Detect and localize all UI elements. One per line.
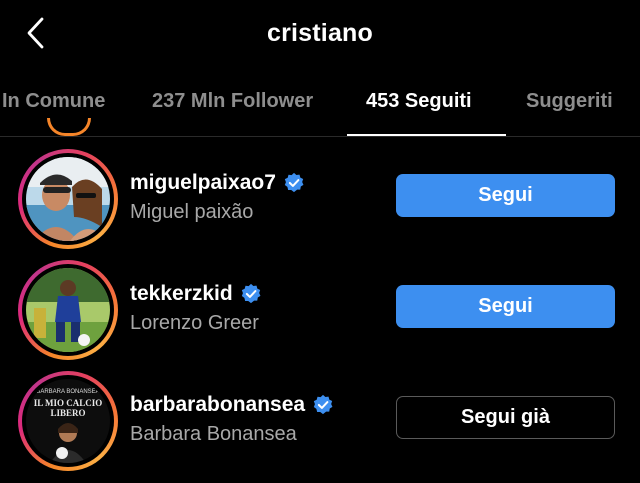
username-row[interactable]: miguelpaixao7	[130, 171, 305, 195]
active-tab-indicator	[347, 134, 506, 136]
avatar	[26, 157, 110, 241]
following-button[interactable]: Segui già	[396, 396, 615, 439]
avatar: BARBARA BONANSEA IL MIO CALCIO LIBERO	[26, 379, 110, 463]
username[interactable]: miguelpaixao7	[130, 171, 276, 195]
verified-badge-icon	[284, 172, 304, 193]
tab-bar: In Comune 237 Mln Follower 453 Seguiti S…	[0, 72, 640, 137]
tab-in-comune[interactable]: In Comune	[2, 90, 105, 113]
avatar	[26, 268, 110, 352]
tab-followers[interactable]: 237 Mln Follower	[152, 90, 313, 113]
top-bar: cristiano	[0, 0, 640, 70]
follow-button[interactable]: Segui	[396, 174, 615, 217]
tab-following[interactable]: 453 Seguiti	[366, 90, 472, 113]
username-row[interactable]: tekkerzkid	[130, 282, 262, 306]
avatar-book-title-2: LIBERO	[50, 408, 85, 418]
username[interactable]: barbarabonansea	[130, 393, 305, 417]
full-name: Barbara Bonansea	[130, 423, 297, 445]
list-item: tekkerzkid Lorenzo Greer Segui	[0, 260, 640, 370]
username[interactable]: tekkerzkid	[130, 282, 233, 306]
profile-title: cristiano	[267, 19, 373, 47]
avatar-book-author: BARBARA BONANSEA	[36, 389, 99, 395]
full-name: Lorenzo Greer	[130, 312, 259, 334]
username-row[interactable]: barbarabonansea	[130, 393, 334, 417]
list-item: BARBARA BONANSEA IL MIO CALCIO LIBERO ba…	[0, 371, 640, 481]
full-name: Miguel paixão	[130, 201, 254, 223]
follow-button[interactable]: Segui	[396, 285, 615, 328]
list-item: miguelpaixao7 Miguel paixão Segui	[0, 149, 640, 259]
tab-suggested[interactable]: Suggeriti	[526, 90, 613, 113]
story-ring[interactable]	[18, 260, 118, 360]
verified-badge-icon	[313, 394, 333, 415]
story-ring[interactable]: BARBARA BONANSEA IL MIO CALCIO LIBERO	[18, 371, 118, 471]
verified-badge-icon	[241, 283, 261, 304]
story-ring[interactable]	[18, 149, 118, 249]
avatar-book-title-1: IL MIO CALCIO	[34, 398, 103, 408]
